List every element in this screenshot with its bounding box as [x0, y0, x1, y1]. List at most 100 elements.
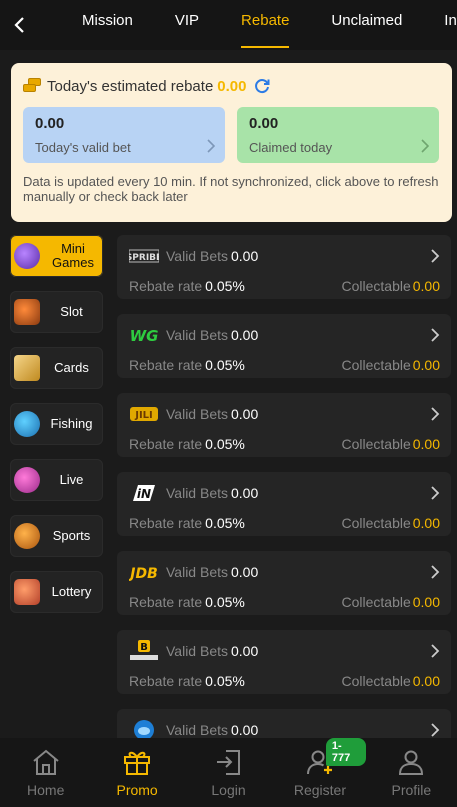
- nav-promo[interactable]: Promo: [91, 738, 182, 807]
- chevron-right-icon: [431, 644, 440, 658]
- claimed-today-card[interactable]: 0.00 Claimed today: [237, 107, 439, 163]
- valid-bets-value: 0.00: [231, 327, 259, 343]
- valid-bets-label: Valid Bets: [166, 248, 228, 264]
- nav-label: Promo: [116, 782, 158, 798]
- jili-logo: JILI: [129, 403, 159, 425]
- wg-logo: WG: [129, 324, 159, 346]
- svg-text:B: B: [140, 642, 148, 653]
- stat-row: 0.00 Today's valid bet 0.00 Claimed toda…: [23, 107, 440, 163]
- tab-strip: Mission VIP Rebate Unclaimed Inter: [40, 0, 457, 50]
- chevron-right-icon: [431, 486, 440, 500]
- live-icon: [14, 467, 40, 493]
- nav-profile[interactable]: Profile: [366, 738, 457, 807]
- nav-home[interactable]: Home: [0, 738, 91, 807]
- collectable-value: 0.00: [412, 515, 440, 531]
- collectable-value: 0.00: [412, 278, 440, 294]
- rebate-rate-value: 0.05%: [205, 436, 245, 452]
- top-nav: Mission VIP Rebate Unclaimed Inter: [0, 0, 457, 50]
- rebate-rate: Rebate rate 0.05%: [129, 594, 245, 610]
- provider-row-in[interactable]: iN Valid Bets 0.00 Rebate rate 0.05% Colle…: [117, 472, 451, 536]
- valid-bets-label: Valid Bets: [166, 327, 228, 343]
- rebate-rate-value: 0.05%: [205, 594, 245, 610]
- valid-bets: Valid Bets 0.00: [166, 485, 258, 501]
- chevron-right-icon: [431, 407, 440, 421]
- rebate-rate-label: Rebate rate: [129, 278, 203, 294]
- spribe-logo: SPRIBE: [129, 245, 159, 267]
- category-label: Mini Games: [52, 241, 94, 270]
- profile-icon: [399, 750, 424, 775]
- category-sports[interactable]: Sports: [10, 515, 103, 557]
- valid-bets: Valid Bets 0.00: [166, 248, 258, 264]
- valid-bets-value: 0.00: [231, 564, 259, 580]
- rebate-header: Today's estimated rebate 0.00: [23, 75, 440, 97]
- valid-bets-value: 0.00: [231, 722, 259, 738]
- tab-vip[interactable]: VIP: [154, 0, 220, 50]
- rebate-rate-label: Rebate rate: [129, 594, 203, 610]
- rebate-rate-label: Rebate rate: [129, 515, 203, 531]
- valid-bet-label: Today's valid bet: [35, 140, 131, 155]
- jdb-logo: JDB: [129, 561, 159, 583]
- tab-inter[interactable]: Inter: [423, 0, 457, 50]
- provider-row-wg[interactable]: WG Valid Bets 0.00 Rebate rate 0.05% Colle…: [117, 314, 451, 378]
- home-icon: [33, 749, 59, 775]
- tab-rebate[interactable]: Rebate: [220, 0, 310, 50]
- register-badge: 1-777: [325, 738, 366, 766]
- valid-bets: Valid Bets 0.00: [166, 564, 258, 580]
- valid-bets-value: 0.00: [231, 485, 259, 501]
- refresh-icon[interactable]: [253, 77, 271, 95]
- login-icon: [216, 750, 240, 775]
- collectable-label: Collectable: [341, 357, 411, 373]
- rebate-rate-value: 0.05%: [205, 357, 245, 373]
- coins-icon: [23, 78, 43, 94]
- back-button[interactable]: [0, 0, 40, 50]
- valid-bets: Valid Bets 0.00: [166, 327, 258, 343]
- category-label: Sports: [52, 528, 91, 543]
- nav-label: Register: [293, 782, 346, 798]
- category-label: Lottery: [51, 584, 92, 599]
- nav-label: Home: [27, 782, 65, 798]
- svg-text:iN: iN: [137, 487, 151, 501]
- rebate-title: Today's estimated rebate: [47, 77, 214, 95]
- chevron-right-icon: [431, 328, 440, 342]
- collectable: Collectable 0.00: [341, 594, 440, 610]
- provider-row-b[interactable]: B Valid Bets 0.00 Rebate rate 0.05% Collec…: [117, 630, 451, 694]
- rebate-rate-label: Rebate rate: [129, 673, 203, 689]
- category-fishing[interactable]: Fishing: [10, 403, 103, 445]
- claimed-today-value: 0.00: [249, 115, 279, 132]
- valid-bets-label: Valid Bets: [166, 485, 228, 501]
- collectable-label: Collectable: [341, 436, 411, 452]
- collectable: Collectable 0.00: [341, 673, 440, 689]
- category-label: Fishing: [50, 416, 93, 431]
- rebate-summary-card: Today's estimated rebate 0.00 0.00 Today…: [11, 63, 452, 222]
- collectable: Collectable 0.00: [341, 357, 440, 373]
- sports-icon: [14, 523, 40, 549]
- collectable: Collectable 0.00: [341, 436, 440, 452]
- provider-list: SPRIBE Valid Bets0.00 Rebate rate0.05% C…: [117, 235, 451, 788]
- category-lottery[interactable]: Lottery: [10, 571, 103, 613]
- provider-row-jili[interactable]: JILI Valid Bets 0.00 Rebate rate 0.05% Col…: [117, 393, 451, 457]
- nav-register[interactable]: 1-777 Register: [274, 738, 366, 807]
- valid-bets-value: 0.00: [231, 643, 259, 659]
- nav-label: Profile: [391, 782, 432, 798]
- category-label: Cards: [54, 360, 89, 375]
- valid-bets-value: 0.00: [231, 248, 259, 264]
- nav-label: Login: [211, 782, 246, 798]
- rebate-rate: Rebate rate 0.05%: [129, 357, 245, 373]
- bottom-nav: Home Promo Login 1-777 Register Profile: [0, 738, 457, 807]
- category-live[interactable]: Live: [10, 459, 103, 501]
- claimed-today-label: Claimed today: [249, 140, 333, 155]
- category-slot[interactable]: Slot: [10, 291, 103, 333]
- tab-mission[interactable]: Mission: [40, 0, 154, 50]
- provider-row-jdb[interactable]: JDB Valid Bets 0.00 Rebate rate 0.05% Coll…: [117, 551, 451, 615]
- mini-games-icon: [14, 243, 40, 269]
- category-cards[interactable]: Cards: [10, 347, 103, 389]
- tab-unclaimed[interactable]: Unclaimed: [310, 0, 423, 50]
- nav-login[interactable]: Login: [183, 738, 274, 807]
- valid-bets-label: Valid Bets: [166, 722, 228, 738]
- svg-text:SPRIBE: SPRIBE: [129, 253, 159, 263]
- provider-row-spribe[interactable]: SPRIBE Valid Bets0.00 Rebate rate0.05% C…: [117, 235, 451, 299]
- valid-bet-value: 0.00: [35, 115, 65, 132]
- category-mini-games[interactable]: Mini Games: [10, 235, 103, 277]
- collectable-value: 0.00: [412, 594, 440, 610]
- valid-bet-card[interactable]: 0.00 Today's valid bet: [23, 107, 225, 163]
